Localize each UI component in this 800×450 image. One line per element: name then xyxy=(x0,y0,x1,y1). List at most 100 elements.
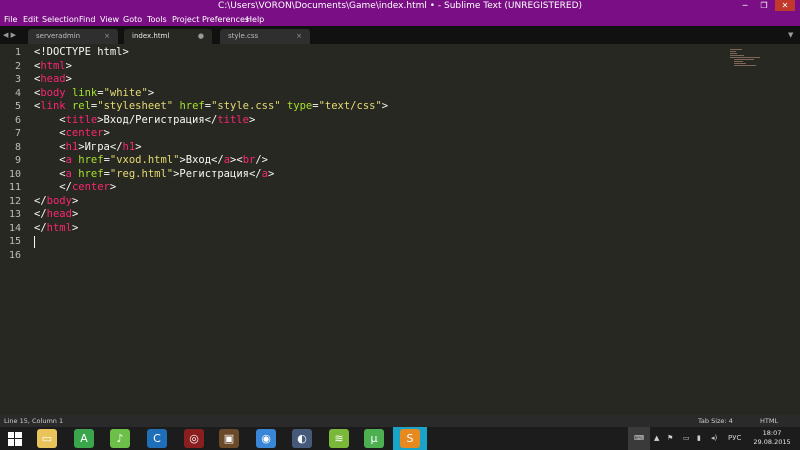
code-token-txt: </ xyxy=(34,208,47,220)
network-icon[interactable]: ▮ xyxy=(697,427,701,450)
code-token-tag: title xyxy=(65,113,98,126)
code-token-attr: href xyxy=(78,154,104,166)
file-explorer-icon[interactable]: ▭ xyxy=(37,429,57,448)
network-globe-icon[interactable]: ◉ xyxy=(256,429,276,448)
code-line[interactable]: <!DOCTYPE html> xyxy=(34,46,129,60)
line-number: 5 xyxy=(14,101,21,112)
code-token-txt: > xyxy=(109,181,117,193)
code-token-txt: </ xyxy=(34,194,47,207)
tab-modified-icon[interactable]: ● xyxy=(198,29,204,44)
code-editor[interactable]: 1 2 3 4 5 6 7 8 9 10 11 12 13 14 15 16 <!DOCTYPE html> <… xyxy=(0,44,800,415)
keyboard-icon[interactable]: ⌨ xyxy=(628,427,650,450)
line-number: 3 xyxy=(14,74,21,85)
text-cursor xyxy=(34,236,35,248)
code-token-txt: > xyxy=(248,113,256,126)
code-token-str: "stylesheet" xyxy=(97,100,174,112)
code-token-tag: center xyxy=(65,127,104,139)
menu-selection[interactable]: Selection xyxy=(42,13,79,26)
minimize-button[interactable]: ─ xyxy=(738,0,752,11)
tab-scroll-arrows[interactable]: ◀ ▶ xyxy=(3,26,16,44)
code-token-attr: href xyxy=(78,167,104,180)
tab-list-dropdown-icon[interactable]: ▼ xyxy=(788,26,793,44)
box-app-icon[interactable]: ▣ xyxy=(219,429,239,448)
android-studio-icon[interactable]: A xyxy=(74,429,94,448)
code-line[interactable]: <body link="white"> xyxy=(34,87,154,101)
clock-time: 18:07 xyxy=(762,429,782,437)
code-line[interactable]: </html> xyxy=(34,222,78,236)
code-line[interactable]: <a href="vxod.html">Вход</a><br/> xyxy=(34,154,268,168)
code-line[interactable]: <head> xyxy=(34,73,72,87)
code-line[interactable]: <title>Вход/Регистрация</title> xyxy=(34,114,255,128)
menu-project[interactable]: Project xyxy=(172,13,199,26)
tab-close-icon[interactable]: × xyxy=(104,29,110,44)
browser-c-icon[interactable]: C xyxy=(147,429,167,448)
line-number-gutter: 1 2 3 4 5 6 7 8 9 10 11 12 13 14 15 16 xyxy=(0,44,26,415)
code-token-txt: >< xyxy=(230,154,243,166)
code-line[interactable]: <h1>Игра</h1> xyxy=(34,140,141,155)
code-token-str: "vxod.html" xyxy=(109,154,180,166)
clock-date: 29.08.2015 xyxy=(753,438,791,446)
tab-serveradmin[interactable]: serveradmin × xyxy=(28,29,118,44)
menu-find[interactable]: Find xyxy=(79,13,95,26)
close-button[interactable]: ✕ xyxy=(775,0,795,11)
line-number: 13 xyxy=(8,209,21,220)
bluestacks-icon[interactable]: ≋ xyxy=(329,429,349,448)
code-line[interactable]: <center> xyxy=(34,127,110,141)
menu-goto[interactable]: Goto xyxy=(123,13,142,26)
tab-label: serveradmin xyxy=(36,32,81,40)
taskbar-clock[interactable]: 18:07 29.08.2015 xyxy=(752,429,792,447)
language-indicator[interactable]: РУС xyxy=(728,427,741,450)
code-token-txt: < xyxy=(34,140,66,153)
tab-close-icon[interactable]: × xyxy=(296,29,302,44)
line-number: 14 xyxy=(8,222,21,234)
line-number: 2 xyxy=(14,60,21,72)
sublime-text-icon[interactable]: S xyxy=(400,429,420,448)
code-line[interactable]: </center> xyxy=(34,181,116,195)
code-token-txt: <!DOCTYPE html> xyxy=(34,46,129,58)
cursor-position: Line 15, Column 1 xyxy=(4,417,64,425)
tab-bar: ◀ ▶ serveradmin × index.html ● style.css… xyxy=(0,26,800,44)
code-line[interactable]: <link rel="stylesheet" href="style.css" … xyxy=(34,100,388,114)
code-token-txt: > xyxy=(147,86,155,99)
minimap[interactable] xyxy=(728,48,764,68)
device-icon[interactable]: ▭ xyxy=(683,427,690,450)
code-line[interactable]: </head> xyxy=(34,208,78,222)
line-number: 15 xyxy=(8,236,21,247)
tab-size-selector[interactable]: Tab Size: 4 xyxy=(698,415,733,427)
code-token-tag: body xyxy=(40,86,66,99)
tab-index-html[interactable]: index.html ● xyxy=(124,29,212,44)
code-token-txt: /> xyxy=(255,154,268,166)
action-center-icon[interactable]: ⚑ xyxy=(667,427,673,450)
menu-edit[interactable]: Edit xyxy=(23,13,39,26)
music-app-icon[interactable]: ♪ xyxy=(110,429,130,448)
code-token-tag: body xyxy=(46,194,72,207)
code-token-tag: link xyxy=(40,100,66,112)
menu-file[interactable]: File xyxy=(4,13,17,26)
target-app-icon[interactable]: ◎ xyxy=(184,429,204,448)
menu-view[interactable]: View xyxy=(100,13,119,26)
code-line[interactable]: <html> xyxy=(34,60,72,74)
line-number: 11 xyxy=(8,182,21,193)
windows-start-icon[interactable] xyxy=(5,429,25,448)
code-token-tag: h1 xyxy=(122,140,136,153)
line-number: 7 xyxy=(14,128,21,139)
line-number: 16 xyxy=(8,249,21,261)
code-line[interactable]: <a href="reg.html">Регистрация</a> xyxy=(34,168,274,182)
menu-help[interactable]: Help xyxy=(246,13,264,26)
status-bar: Line 15, Column 1 Tab Size: 4 HTML xyxy=(0,415,800,427)
code-token-txt: > xyxy=(103,127,110,139)
code-token-txt: > xyxy=(65,73,72,85)
tray-expand-icon[interactable]: ▲ xyxy=(654,427,659,450)
menu-tools[interactable]: Tools xyxy=(147,13,167,26)
utorrent-icon[interactable]: µ xyxy=(364,429,384,448)
syntax-selector[interactable]: HTML xyxy=(760,415,778,427)
line-number: 12 xyxy=(8,195,21,207)
maximize-button[interactable]: ❐ xyxy=(757,0,771,11)
media-app-icon[interactable]: ◐ xyxy=(292,429,312,448)
code-token-txt: > xyxy=(71,194,79,207)
menu-preferences[interactable]: Preferences xyxy=(202,13,249,26)
code-line[interactable]: </body> xyxy=(34,195,78,209)
volume-icon[interactable]: ◂) xyxy=(711,427,717,450)
code-token-tag: html xyxy=(40,59,66,72)
tab-style-css[interactable]: style.css × xyxy=(220,29,310,44)
